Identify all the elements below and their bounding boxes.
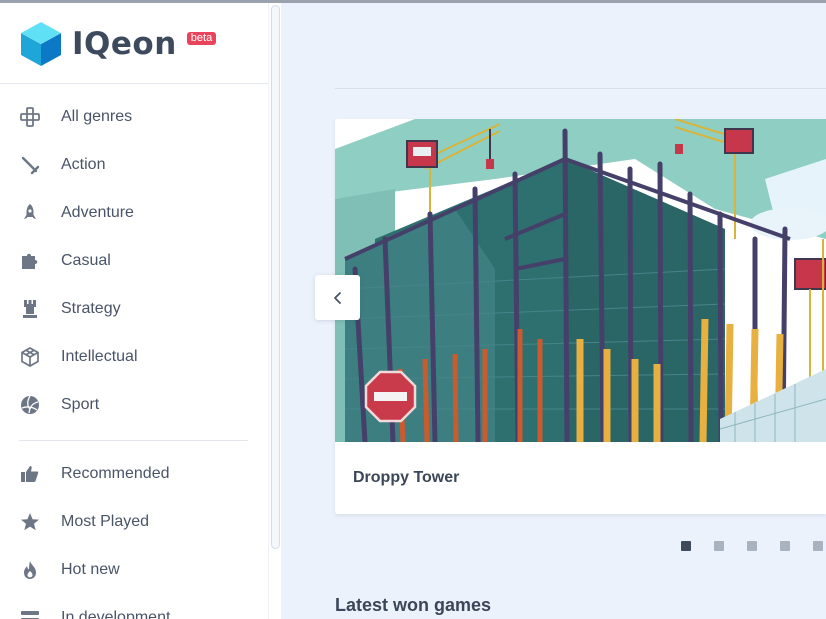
logo-cube-icon (20, 21, 62, 66)
sidebar-item-label: Hot new (61, 561, 120, 578)
fire-icon (19, 559, 41, 581)
sidebar-item-adventure[interactable]: Adventure (0, 189, 268, 237)
sidebar-item-label: Intellectual (61, 348, 138, 365)
sidebar-item-label: In development (61, 609, 171, 619)
sidebar-item-label: Strategy (61, 300, 121, 317)
sidebar-scrollbar-thumb[interactable] (271, 5, 280, 549)
chevron-left-icon (333, 291, 341, 304)
brand-name: IQeon (72, 26, 177, 62)
sidebar-item-action[interactable]: Action (0, 141, 268, 189)
game-title[interactable]: Droppy Tower (353, 469, 459, 487)
carousel-dot[interactable] (813, 541, 823, 551)
tools-icon (19, 607, 41, 619)
sidebar-item-intellectual[interactable]: Intellectual (0, 333, 268, 381)
sword-icon (19, 154, 41, 176)
sidebar-item-label: Recommended (61, 465, 170, 482)
carousel-dot[interactable] (747, 541, 757, 551)
sidebar-item-most-played[interactable]: Most Played (0, 498, 268, 546)
sidebar-item-recommended[interactable]: Recommended (0, 450, 268, 498)
puzzle-icon (19, 250, 41, 272)
sidebar-item-label: All genres (61, 108, 133, 125)
logo[interactable]: IQeon beta (19, 20, 217, 70)
sidebar-item-label: Casual (61, 252, 111, 269)
volleyball-icon (19, 394, 41, 416)
gamepad-icon (19, 106, 41, 128)
chess-rook-icon (19, 298, 41, 320)
genre-nav: All genres Action Adventure Casual Strat… (0, 93, 268, 429)
sidebar-item-strategy[interactable]: Strategy (0, 285, 268, 333)
list-nav: Recommended Most Played Hot new In devel… (0, 450, 268, 619)
thumbs-up-icon (19, 463, 41, 485)
cube-icon (19, 346, 41, 368)
carousel-dot[interactable] (714, 541, 724, 551)
window-top-border (0, 0, 826, 3)
sidebar-item-label: Action (61, 156, 106, 173)
sidebar-divider (19, 440, 248, 441)
sidebar-item-label: Adventure (61, 204, 134, 221)
rocket-icon (19, 202, 41, 224)
sidebar-item-all-genres[interactable]: All genres (0, 93, 268, 141)
carousel-prev-button[interactable] (315, 275, 360, 320)
star-icon (19, 511, 41, 533)
carousel-dot[interactable] (780, 541, 790, 551)
sidebar-scrollbar[interactable] (268, 3, 281, 619)
sidebar-item-label: Sport (61, 396, 100, 413)
game-cover-image (335, 119, 826, 442)
sidebar-item-label: Most Played (61, 513, 150, 530)
sidebar-item-in-development[interactable]: In development (0, 594, 268, 619)
carousel-pagination (681, 541, 826, 551)
carousel-dot[interactable] (681, 541, 691, 551)
featured-game-card[interactable]: Droppy Tower (335, 119, 826, 514)
beta-badge: beta (186, 32, 217, 45)
sidebar-header-divider (0, 83, 268, 84)
sidebar-item-hot-new[interactable]: Hot new (0, 546, 268, 594)
sidebar-item-casual[interactable]: Casual (0, 237, 268, 285)
sidebar-item-sport[interactable]: Sport (0, 381, 268, 429)
latest-won-games-heading: Latest won games (335, 595, 492, 615)
top-divider (335, 88, 826, 89)
sidebar: IQeon beta All genres Action Adventure C… (0, 3, 268, 619)
